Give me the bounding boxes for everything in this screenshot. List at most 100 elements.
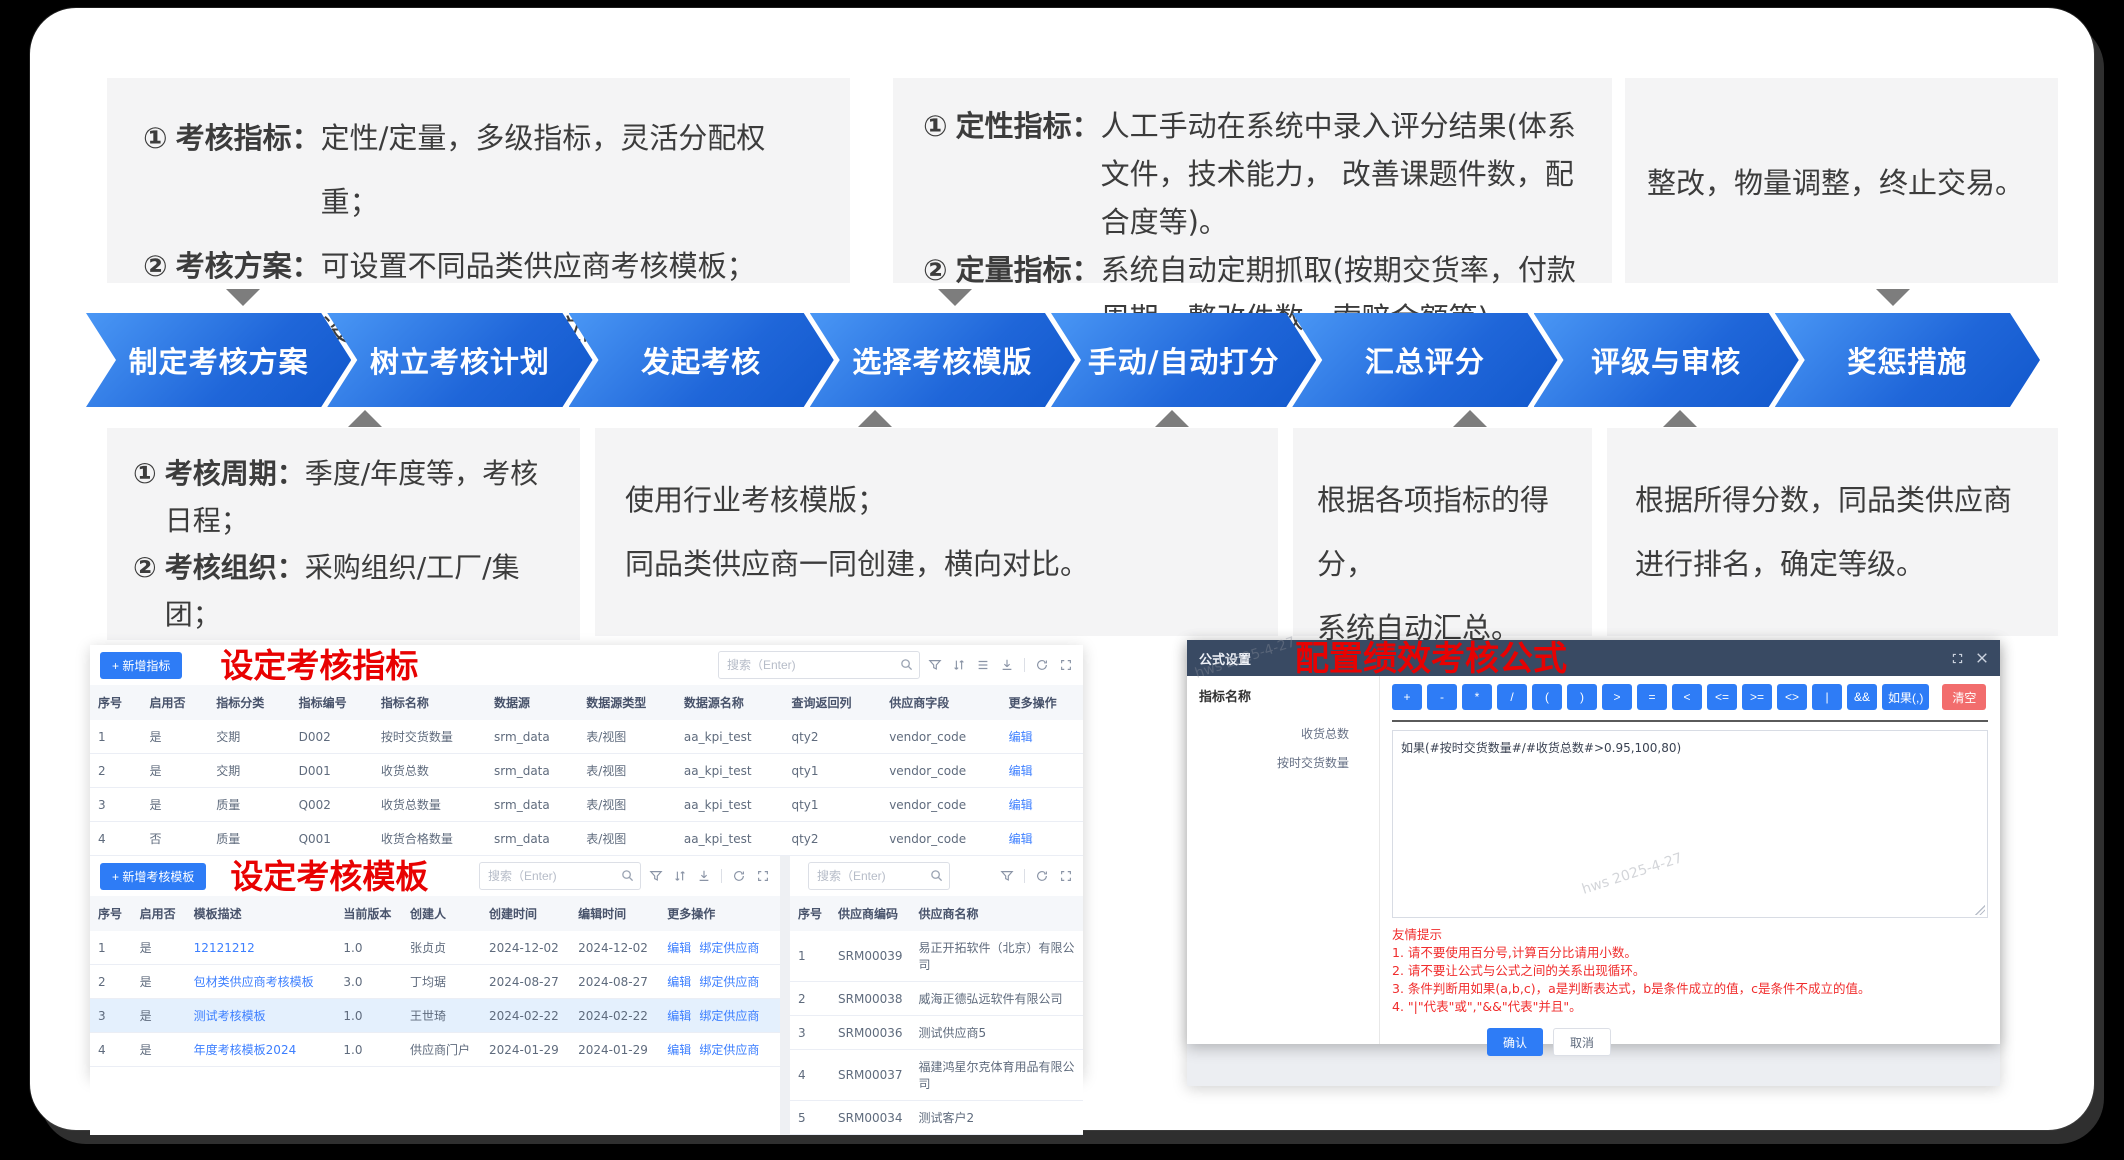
item-text: 可设置不同品类供应商考核模板； [321,234,756,298]
close-icon[interactable] [1976,652,1988,664]
template-toolbar: + 新增考核模板 设定考核模板 [90,856,780,896]
sort-icon[interactable] [673,869,687,883]
action-link[interactable]: 编辑 [667,1009,691,1023]
action-link[interactable]: 绑定供应商 [699,975,759,989]
action-link[interactable]: 编辑 [1009,730,1033,744]
operator-button[interactable]: >= [1742,684,1772,710]
operator-button[interactable]: / [1497,684,1527,710]
action-link[interactable]: 编辑 [667,941,691,955]
cell: 2024-01-29 [570,1033,659,1067]
action-link[interactable]: 12121212 [194,941,255,955]
filter-icon[interactable] [928,658,942,672]
flow-step: 汇总评分 [1292,313,1557,407]
supplier-table: 序号供应商编码供应商名称1SRM00039易正开拓软件（北京）有限公司2SRM0… [790,896,1083,1135]
cell: qty2 [783,720,881,754]
template-section: + 新增考核模板 设定考核模板 [90,856,780,1135]
operator-button[interactable]: ( [1532,684,1562,710]
refresh-icon[interactable] [1035,869,1049,883]
cell: 2024-02-22 [570,999,659,1033]
flow-step: 树立考核计划 [327,313,592,407]
flow-step: 奖惩措施 [1775,313,2040,407]
cell: 是 [132,999,186,1033]
flow-step: 制定考核方案 [86,313,351,407]
item-number: ① [923,102,948,246]
sidebar-item[interactable]: 按时交货数量 [1199,748,1367,777]
process-flow: 制定考核方案 树立考核计划 发起考核 选择考核模版 手动/自动打分 汇总评分 评… [110,313,2040,407]
supplier-search[interactable] [808,862,950,890]
add-template-button[interactable]: + 新增考核模板 [100,863,206,890]
operator-button[interactable]: > [1602,684,1632,710]
action-link[interactable]: 绑定供应商 [699,1009,759,1023]
operator-button[interactable]: ) [1567,684,1597,710]
note-line: ②考核组织：采购组织/工厂/集团； [133,544,554,638]
fullscreen-icon[interactable] [756,869,770,883]
operator-list: +-*/()>=<<=>=<>|&&如果(,) [1392,684,1929,710]
cell: 表/视图 [578,822,676,856]
cell: 4 [90,1033,132,1067]
clear-button[interactable]: 清空 [1942,684,1986,710]
action-link[interactable]: 绑定供应商 [699,1043,759,1057]
cell: 4 [790,1050,830,1101]
template-search[interactable] [479,862,641,890]
cell: 1.0 [335,1033,402,1067]
operator-button[interactable]: <= [1707,684,1737,710]
refresh-icon[interactable] [732,869,746,883]
action-link[interactable]: 编辑 [667,1043,691,1057]
action-link[interactable]: 编辑 [1009,764,1033,778]
fullscreen-icon[interactable] [1059,869,1073,883]
action-link[interactable]: 编辑 [1009,832,1033,846]
cell: SRM00036 [830,1016,910,1050]
search-icon [930,867,943,886]
action-link[interactable]: 编辑 [1009,798,1033,812]
cancel-button[interactable]: 取消 [1553,1028,1611,1056]
operator-button[interactable]: 如果(,) [1882,684,1929,710]
operator-button[interactable]: + [1392,684,1422,710]
download-icon[interactable] [697,869,711,883]
action-link[interactable]: 包材类供应商考核模板 [194,975,314,989]
note-lines: 使用行业考核模版；同品类供应商一同创建，横向对比。 [595,428,1278,636]
filter-icon[interactable] [1000,869,1014,883]
item-number: ① [143,106,168,234]
action-link[interactable]: 测试考核模板 [194,1009,266,1023]
fullscreen-icon[interactable] [1951,652,1964,665]
fullscreen-icon[interactable] [1059,658,1073,672]
add-indicator-button[interactable]: + 新增指标 [100,652,182,679]
sidebar-item[interactable]: 收货总数 [1199,719,1367,748]
action-link[interactable]: 年度考核模板2024 [194,1043,297,1057]
operator-button[interactable]: * [1462,684,1492,710]
indicator-search[interactable] [718,651,920,679]
arrow-down-icon [226,289,260,306]
action-link[interactable]: 绑定供应商 [699,941,759,955]
cell: 质量 [208,788,290,822]
action-link[interactable]: 编辑 [667,975,691,989]
sidebar-items: 收货总数按时交货数量 [1199,719,1367,777]
filter-icon[interactable] [649,869,663,883]
confirm-button[interactable]: 确认 [1487,1028,1543,1056]
arrow-down-icon [938,289,972,306]
download-icon[interactable] [1000,658,1014,672]
operator-button[interactable]: = [1637,684,1667,710]
search-input[interactable] [809,869,949,883]
cell: 编辑 [1001,754,1083,788]
operator-button[interactable]: && [1847,684,1877,710]
formula-textarea[interactable]: 如果(#按时交货数量#/#收货总数#>0.95,100,80) [1392,730,1988,918]
operator-button[interactable]: <> [1777,684,1807,710]
cell: 测试供应商5 [911,1016,1084,1050]
supplier-toolbar [790,856,1083,896]
flow-step-label: 发起考核 [641,339,761,381]
tips-title: 友情提示 [1392,926,1988,944]
sort-icon[interactable] [952,658,966,672]
cell: 测试客户2 [911,1101,1084,1135]
refresh-icon[interactable] [1035,658,1049,672]
column-header: 序号 [90,685,141,720]
resize-grip-icon[interactable] [1975,905,1985,915]
column-header: 指标名称 [373,685,486,720]
operator-button[interactable]: | [1812,684,1842,710]
columns-icon[interactable] [976,658,990,672]
search-input[interactable] [480,869,640,883]
operator-button[interactable]: - [1427,684,1457,710]
cell: vendor_code [881,754,1000,788]
operator-button[interactable]: < [1672,684,1702,710]
cell: 4 [90,822,141,856]
search-input[interactable] [719,658,919,672]
